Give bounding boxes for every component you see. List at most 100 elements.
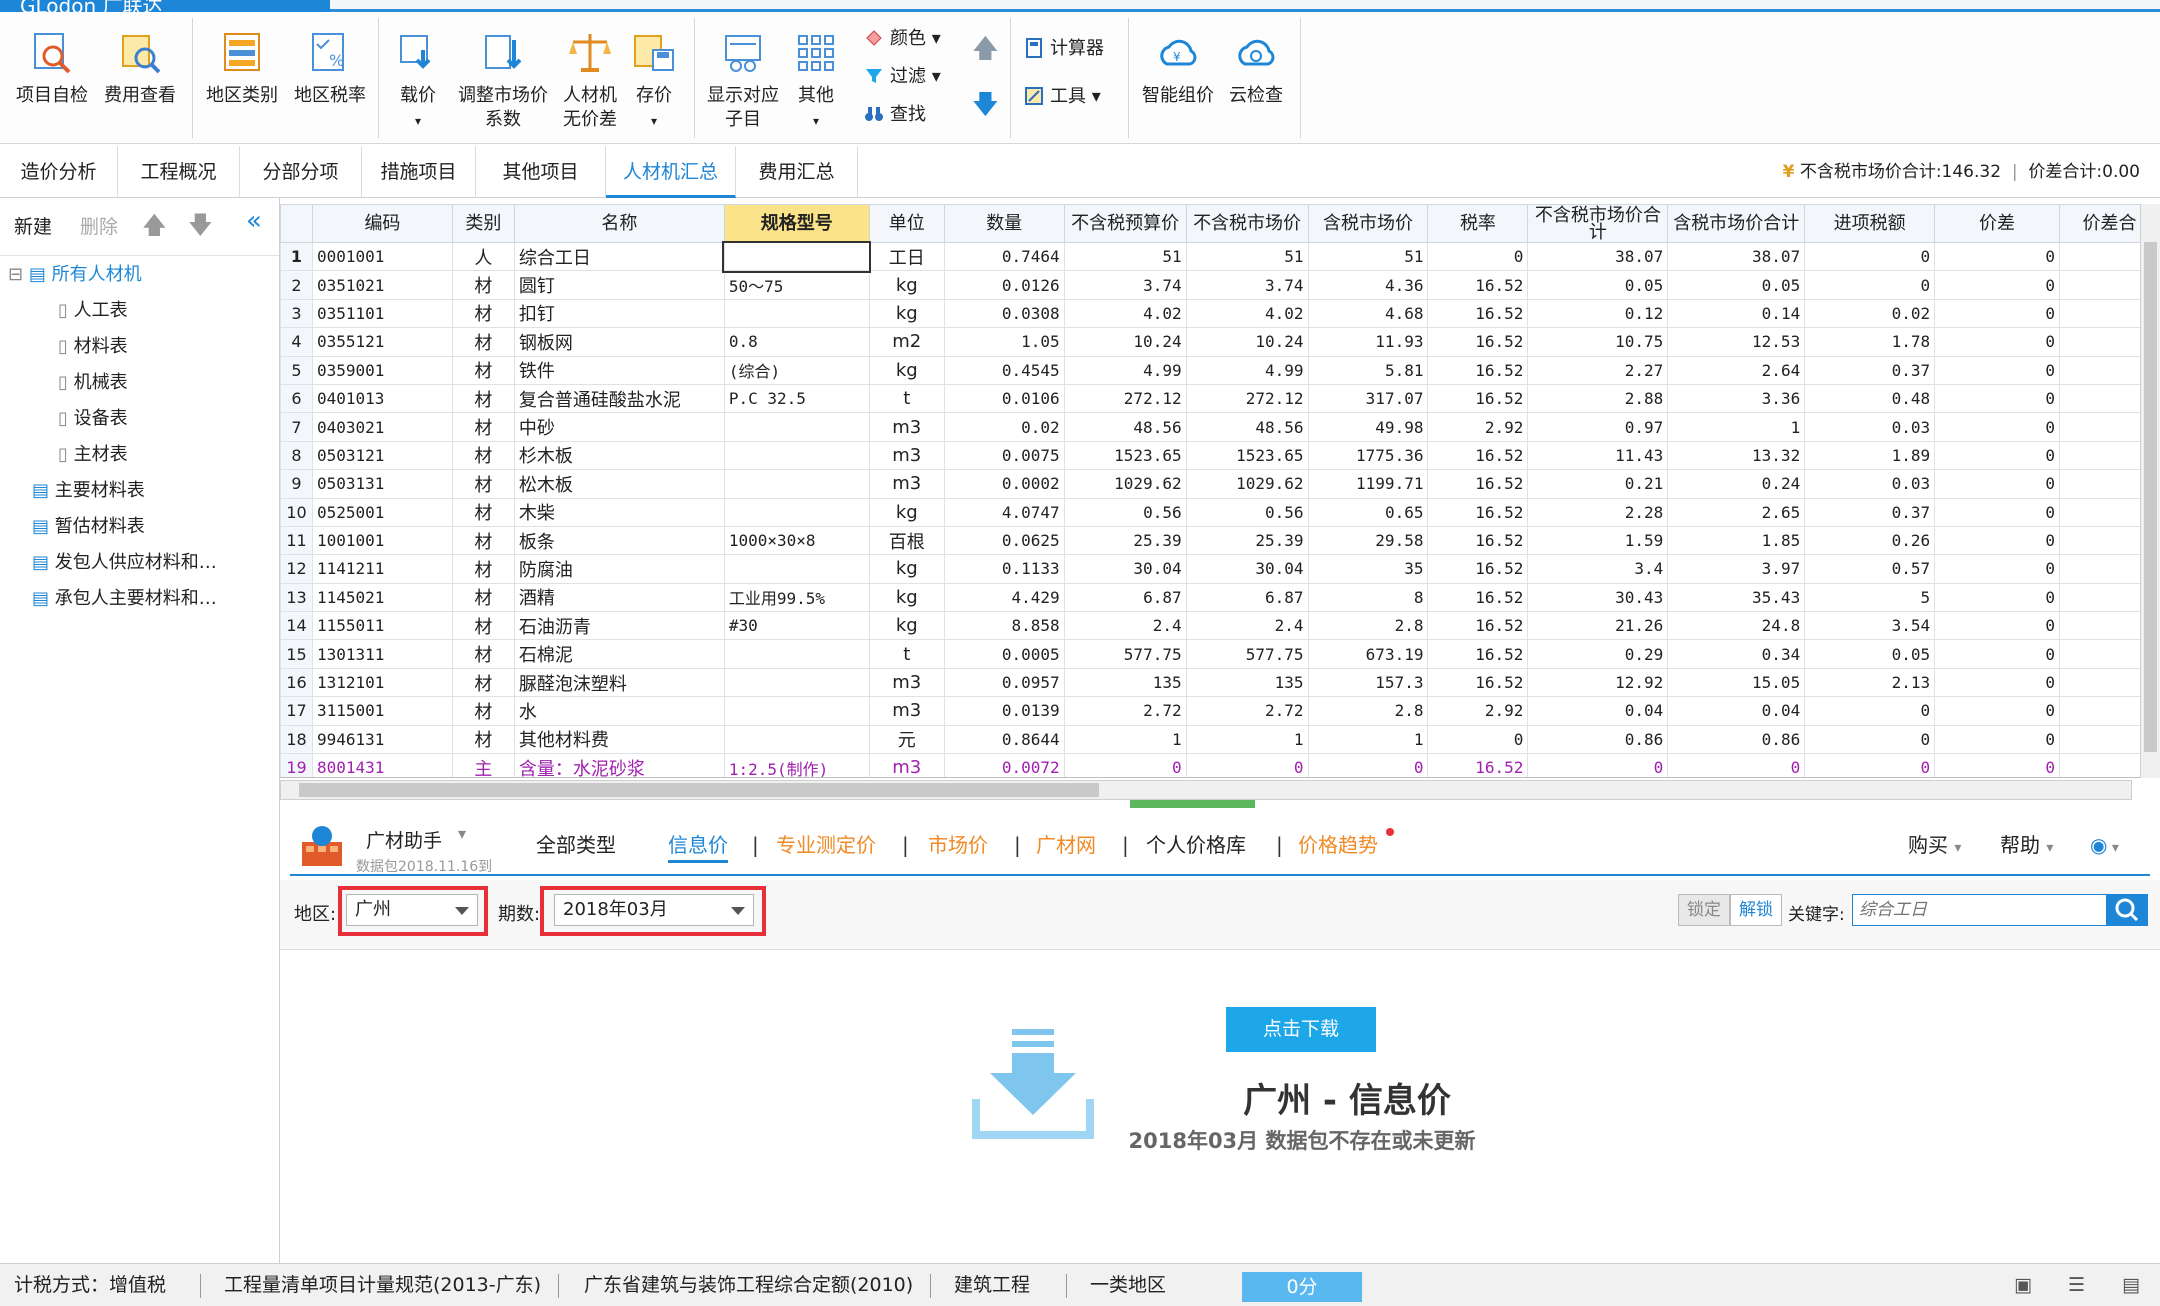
table-cell[interactable]: 0.0075 <box>943 440 1065 471</box>
table-cell[interactable]: 0.86 <box>1667 724 1806 755</box>
table-cell[interactable]: 0.0625 <box>943 525 1065 556</box>
adjust-market-price-button[interactable]: 调整市场价 系数 <box>452 22 554 132</box>
table-cell[interactable]: 0 <box>1804 696 1936 726</box>
table-cell[interactable]: 16.52 <box>1427 497 1529 527</box>
table-cell[interactable]: 1775.36 <box>1307 440 1429 471</box>
table-row[interactable]: 3 0351101 材扣钉 kg 0.0308 4.02 4.02 4.68 16.52 0.12… <box>280 298 2160 329</box>
table-row[interactable]: 17 3115001 材水 m3 0.0139 2.72 2.72 2.8 2.92 0.04 0.… <box>280 696 2160 726</box>
table-cell[interactable]: kg <box>868 497 945 527</box>
table-cell[interactable]: 0.26 <box>1804 525 1936 556</box>
table-cell[interactable]: 钢板网 <box>513 327 725 357</box>
table-cell[interactable]: 0001001 <box>311 241 453 272</box>
table-row[interactable]: 18 9946131 材其他材料费元 0.8644 1 1 1 0 0.86 0.86 0 0 <box>280 724 2160 755</box>
table-cell[interactable]: kg <box>868 298 945 329</box>
cloud-check-button[interactable]: 云检查 <box>1218 22 1294 108</box>
table-cell[interactable]: 0351101 <box>311 298 453 329</box>
tree-item-material[interactable]: ▯ 材料表 <box>58 332 128 362</box>
table-cell[interactable]: 8.858 <box>943 611 1065 641</box>
table-cell[interactable]: 0.04 <box>1667 696 1806 726</box>
table-cell[interactable]: 0 <box>1934 497 2060 527</box>
table-cell[interactable]: 1.89 <box>1804 440 1936 471</box>
table-cell[interactable]: 0.03 <box>1804 412 1936 442</box>
table-cell[interactable]: 2.8 <box>1307 696 1429 726</box>
table-cell[interactable]: 0.29 <box>1527 639 1669 669</box>
table-cell[interactable]: 13.32 <box>1667 440 1806 471</box>
table-cell[interactable]: 51 <box>1185 241 1309 272</box>
table-cell[interactable]: 石棉泥 <box>513 639 725 669</box>
load-price-dropdown[interactable]: ▾ <box>415 114 421 128</box>
table-cell[interactable]: 材 <box>451 554 515 584</box>
table-cell[interactable]: 0 <box>1667 753 1806 777</box>
table-cell[interactable]: 材 <box>451 412 515 442</box>
table-row[interactable]: 16 1312101 材脲醛泡沫塑料 m3 0.0957 135 135 157.3 16.52… <box>280 667 2160 698</box>
table-cell[interactable]: 0401013 <box>311 383 453 414</box>
table-cell[interactable]: 0.04 <box>1527 696 1669 726</box>
table-cell[interactable]: 0 <box>1934 469 2060 499</box>
table-cell[interactable]: 30.04 <box>1185 554 1309 584</box>
column-header[interactable]: 含税市场价合计 <box>1667 204 1806 243</box>
tab-gcw[interactable]: 广材网 <box>1036 830 1096 860</box>
table-cell[interactable]: 673.19 <box>1307 639 1429 669</box>
tab-sub-items[interactable]: 分部分项 <box>240 146 362 198</box>
table-cell[interactable]: 16.52 <box>1427 270 1529 300</box>
table-cell[interactable]: m3 <box>868 469 945 499</box>
table-cell[interactable]: 0 <box>1934 525 2060 556</box>
table-cell[interactable]: 0525001 <box>311 497 453 527</box>
table-cell[interactable]: 0403021 <box>311 412 453 442</box>
buy-menu[interactable]: 购买 ▾ <box>1908 830 1961 863</box>
table-cell[interactable] <box>723 667 870 698</box>
table-cell[interactable]: 0 <box>1934 270 2060 300</box>
table-cell[interactable]: 1155011 <box>311 611 453 641</box>
table-cell[interactable]: 317.07 <box>1307 383 1429 414</box>
table-cell[interactable]: 38.07 <box>1667 241 1806 272</box>
table-cell[interactable]: 防腐油 <box>513 554 725 584</box>
search-button[interactable] <box>2106 894 2148 926</box>
table-cell[interactable]: 8001431 <box>311 753 453 777</box>
table-cell[interactable]: 1.05 <box>943 327 1065 357</box>
table-cell[interactable]: 30.04 <box>1063 554 1187 584</box>
table-cell[interactable]: 材 <box>451 355 515 385</box>
table-cell[interactable]: 2.27 <box>1527 355 1669 385</box>
table-cell[interactable]: 元 <box>868 724 945 755</box>
table-cell[interactable]: t <box>868 639 945 669</box>
table-cell[interactable]: 复合普通硅酸盐水泥 <box>513 383 725 414</box>
table-cell[interactable]: 0.14 <box>1667 298 1806 329</box>
table-cell[interactable]: 16.52 <box>1427 611 1529 641</box>
table-cell[interactable]: 材 <box>451 696 515 726</box>
table-cell[interactable]: kg <box>868 355 945 385</box>
table-cell[interactable]: 0 <box>1804 724 1936 755</box>
table-cell[interactable]: 2.72 <box>1063 696 1187 726</box>
table-cell[interactable]: m3 <box>868 412 945 442</box>
table-cell[interactable]: 0.65 <box>1307 497 1429 527</box>
new-button[interactable]: 新建 <box>14 212 52 239</box>
table-cell[interactable]: 16.52 <box>1427 469 1529 499</box>
table-cell[interactable]: 0.05 <box>1667 270 1806 300</box>
table-cell[interactable] <box>723 497 870 527</box>
table-row[interactable]: 1 0001001 人综合工日 工日 0.7464 51 51 51 0 38.07 38.07 0 0 <box>280 240 2160 273</box>
table-cell[interactable]: 水 <box>513 696 725 726</box>
table-cell[interactable]: 1312101 <box>311 667 453 698</box>
save-price-button[interactable]: 存价 ▾ <box>624 22 684 133</box>
table-cell[interactable]: 10.24 <box>1063 327 1187 357</box>
table-cell[interactable]: 11.93 <box>1307 327 1429 357</box>
table-cell[interactable]: 577.75 <box>1185 639 1309 669</box>
table-cell[interactable] <box>723 724 870 755</box>
no-price-diff-button[interactable]: 人材机 无价差 <box>556 22 624 132</box>
table-row[interactable]: 11 1001001 材板条 1000×30×8 百根 0.0625 25.39 25.39 2… <box>280 525 2160 556</box>
table-cell[interactable]: 49.98 <box>1307 412 1429 442</box>
table-cell[interactable]: 1029.62 <box>1185 469 1309 499</box>
tab-labor-material-summary[interactable]: 人材机汇总 <box>606 146 736 198</box>
headset-icon[interactable]: ◉ ▾ <box>2090 830 2119 863</box>
table-cell[interactable] <box>722 240 872 273</box>
tab-measures[interactable]: 措施项目 <box>362 146 476 198</box>
calculator-button[interactable]: 计算器 <box>1024 36 1104 62</box>
table-cell[interactable]: 2.8 <box>1307 611 1429 641</box>
table-cell[interactable]: 0 <box>1934 440 2060 471</box>
table-cell[interactable]: 0.97 <box>1527 412 1669 442</box>
collapse-toggle-icon[interactable]: ⊟ <box>8 264 23 285</box>
tab-all-types[interactable]: 全部类型 <box>536 830 616 860</box>
column-header[interactable]: 单位 <box>868 204 945 243</box>
table-cell[interactable]: 1523.65 <box>1063 440 1187 471</box>
tree-item-machine[interactable]: ▯ 机械表 <box>58 368 128 398</box>
table-cell[interactable]: 板条 <box>513 525 725 556</box>
